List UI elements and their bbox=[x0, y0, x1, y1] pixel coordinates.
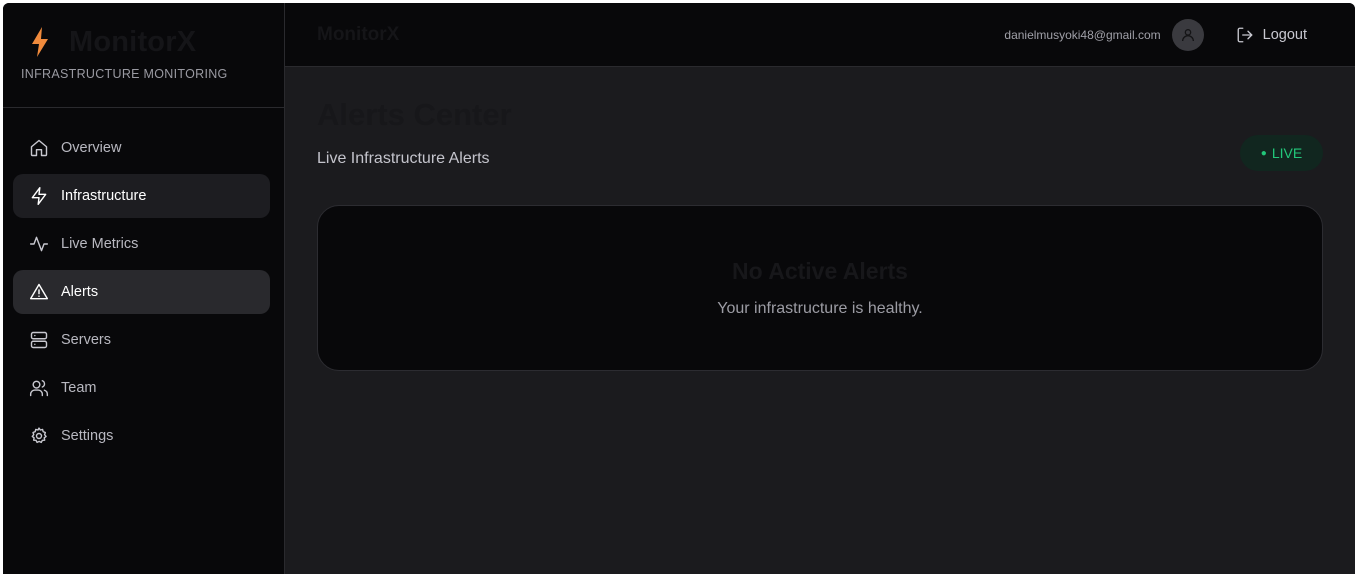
live-status-badge: ● LIVE bbox=[1240, 135, 1323, 171]
sidebar-item-alerts[interactable]: Alerts bbox=[13, 270, 270, 314]
sidebar-item-label: Settings bbox=[61, 428, 114, 444]
top-bar: MonitorX danielmusyoki48@gmail.com Logou… bbox=[285, 3, 1355, 67]
users-icon bbox=[29, 380, 49, 397]
sidebar-nav: Overview Infrastructure Live Metrics Ale… bbox=[3, 108, 284, 458]
sidebar-item-live-metrics[interactable]: Live Metrics bbox=[13, 222, 270, 266]
sidebar-item-label: Live Metrics bbox=[61, 236, 139, 252]
sidebar-item-label: Infrastructure bbox=[61, 188, 147, 204]
bolt-icon bbox=[32, 27, 48, 57]
alert-triangle-icon bbox=[29, 283, 49, 300]
main-area: MonitorX danielmusyoki48@gmail.com Logou… bbox=[285, 3, 1355, 574]
user-icon bbox=[1181, 28, 1194, 41]
brand-subtitle: INFRASTRUCTURE MONITORING bbox=[21, 67, 228, 81]
page-title: Alerts Center bbox=[317, 97, 512, 132]
header-title: MonitorX bbox=[317, 23, 400, 45]
page-subtitle: Live Infrastructure Alerts bbox=[317, 150, 490, 167]
avatar[interactable] bbox=[1171, 18, 1204, 51]
live-dot-icon: ● bbox=[1260, 147, 1267, 159]
logout-label: Logout bbox=[1262, 26, 1307, 43]
sidebar: MonitorX INFRASTRUCTURE MONITORING Overv… bbox=[3, 3, 285, 574]
sidebar-item-settings[interactable]: Settings bbox=[13, 414, 270, 458]
brand-row: MonitorX bbox=[21, 25, 266, 59]
sidebar-item-label: Team bbox=[61, 380, 97, 396]
brand-block: MonitorX INFRASTRUCTURE MONITORING bbox=[3, 3, 284, 108]
home-icon bbox=[30, 139, 48, 157]
gear-icon bbox=[31, 427, 47, 444]
sidebar-item-label: Servers bbox=[61, 332, 111, 348]
logout-icon bbox=[1237, 27, 1253, 42]
alerts-panel: No Active Alerts Your infrastructure is … bbox=[317, 205, 1323, 371]
live-label: LIVE bbox=[1271, 145, 1303, 161]
app-window: MonitorX INFRASTRUCTURE MONITORING Overv… bbox=[3, 3, 1355, 574]
bolt-icon bbox=[31, 186, 47, 206]
brand-title: MonitorX bbox=[69, 25, 197, 58]
activity-icon bbox=[29, 236, 49, 252]
sidebar-item-label: Overview bbox=[61, 140, 122, 156]
user-email: danielmusyoki48@gmail.com bbox=[1004, 27, 1161, 42]
sidebar-item-servers[interactable]: Servers bbox=[13, 318, 270, 362]
alerts-empty-title: No Active Alerts bbox=[732, 258, 908, 284]
logout-button[interactable]: Logout bbox=[1236, 26, 1307, 44]
sidebar-item-label: Alerts bbox=[61, 284, 99, 300]
server-icon bbox=[30, 331, 48, 349]
sidebar-item-infrastructure[interactable]: Infrastructure bbox=[13, 174, 270, 218]
alerts-empty-message: Your infrastructure is healthy. bbox=[717, 300, 923, 317]
user-area: danielmusyoki48@gmail.com Logout bbox=[1004, 18, 1323, 51]
sidebar-item-team[interactable]: Team bbox=[13, 366, 270, 410]
sidebar-item-overview[interactable]: Overview bbox=[13, 126, 270, 170]
